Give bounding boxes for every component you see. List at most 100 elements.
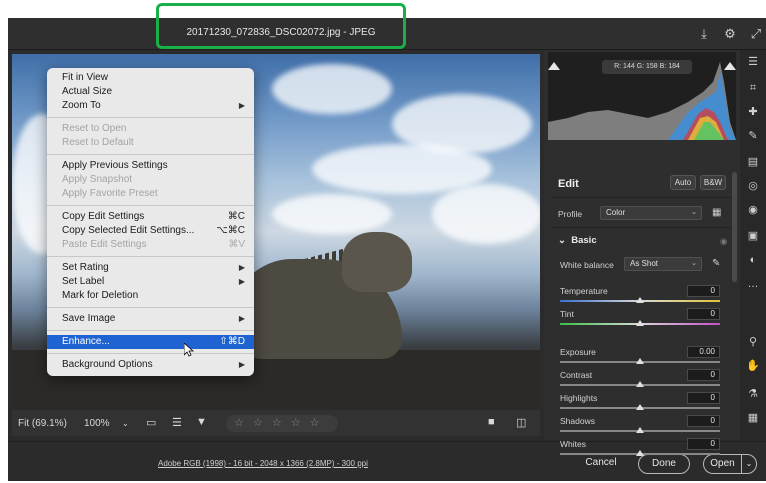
auto-button[interactable]: Auto: [670, 175, 696, 190]
redeye-icon[interactable]: ◉: [744, 202, 762, 218]
workflow-options-link[interactable]: Adobe RGB (1998) - 16 bit - 2048 x 1366 …: [158, 459, 368, 468]
menu-item: Reset to Default: [47, 136, 254, 150]
sliders-icon[interactable]: ☰: [744, 54, 762, 70]
menu-separator: [47, 154, 254, 155]
chevron-down-icon[interactable]: ⌄: [122, 419, 129, 428]
menu-item-label: Copy Edit Settings: [62, 211, 145, 222]
shadow-clip-icon: [548, 62, 560, 70]
submenu-arrow-icon: ▶: [238, 360, 245, 369]
open-options-chevron-icon[interactable]: ⌄: [741, 454, 757, 474]
done-button[interactable]: Done: [638, 454, 690, 474]
menu-item[interactable]: Copy Edit Settings ⌘C: [47, 210, 254, 224]
hand-icon[interactable]: ✋: [744, 358, 762, 374]
slider-value-input[interactable]: 0: [687, 415, 720, 427]
filmstrip-icon[interactable]: ■: [488, 416, 495, 428]
menu-separator: [47, 330, 254, 331]
eyedropper-icon[interactable]: ✎: [712, 258, 720, 269]
more-icon[interactable]: …: [744, 276, 762, 292]
menu-item[interactable]: Set Rating ▶: [47, 261, 254, 275]
profile-browser-icon[interactable]: ▦: [712, 207, 721, 218]
profile-label: Profile: [558, 209, 583, 219]
menu-item-label: Set Label: [62, 276, 105, 287]
white-balance-select[interactable]: As Shot ⌄: [624, 257, 702, 271]
submenu-arrow-icon: ▶: [238, 101, 245, 110]
menu-item-label: Zoom To: [62, 100, 101, 111]
menu-item-label: Paste Edit Settings: [62, 239, 147, 250]
rgb-readout: R: 144 G: 158 B: 184: [602, 60, 692, 74]
menu-item-label: Apply Favorite Preset: [62, 188, 158, 199]
white-balance-value: As Shot: [630, 259, 659, 268]
before-after-icon[interactable]: ▭: [146, 416, 156, 429]
slider-thumb[interactable]: [636, 297, 644, 303]
menu-item[interactable]: Set Label ▶: [47, 275, 254, 289]
menu-item[interactable]: Fit in View: [47, 71, 254, 85]
zoom-icon[interactable]: ⚲: [744, 334, 762, 350]
slider-value-input[interactable]: 0: [687, 369, 720, 381]
menu-separator: [47, 117, 254, 118]
sort-icon[interactable]: ☰: [172, 416, 182, 429]
expand-icon[interactable]: ⤢: [748, 26, 764, 42]
slider-label: Whites: [560, 439, 586, 449]
chevron-down-icon: ⌄: [691, 209, 697, 216]
slider-value-input[interactable]: 0: [687, 438, 720, 450]
slider-value-input[interactable]: 0: [687, 392, 720, 404]
slider-thumb[interactable]: [636, 427, 644, 433]
presets-icon[interactable]: ◐: [744, 252, 762, 268]
crop-icon[interactable]: ⌗: [744, 80, 762, 96]
white-balance-label: White balance: [560, 260, 614, 270]
slider-value-input[interactable]: 0.00: [687, 346, 720, 358]
gear-icon[interactable]: ⚙: [722, 26, 738, 42]
menu-item-label: Fit in View: [62, 72, 108, 83]
healing-icon[interactable]: ✚: [744, 104, 762, 120]
menu-item[interactable]: Zoom To ▶: [47, 99, 254, 113]
slider-value-input[interactable]: 0: [687, 308, 720, 320]
menu-item: Apply Favorite Preset: [47, 187, 254, 201]
slider-value-input[interactable]: 0: [687, 285, 720, 297]
slider-thumb[interactable]: [636, 404, 644, 410]
compare-icon[interactable]: ◫: [516, 416, 526, 429]
chevron-down-icon: ⌄: [691, 260, 697, 267]
menu-item-label: Apply Snapshot: [62, 174, 133, 185]
slider-thumb[interactable]: [636, 381, 644, 387]
save-icon[interactable]: ⤓: [696, 26, 712, 42]
brush-icon[interactable]: ✎: [744, 128, 762, 144]
menu-item[interactable]: Enhance... ⇧⌘D: [47, 335, 254, 349]
basic-section-header[interactable]: ⌄ Basic: [558, 235, 597, 246]
zoom-fit-button[interactable]: Fit (69.1%): [18, 418, 67, 429]
visibility-eye-icon[interactable]: ◉: [720, 236, 727, 247]
menu-item[interactable]: Copy Selected Edit Settings... ⌥⌘C: [47, 224, 254, 238]
menu-item[interactable]: Mark for Deletion: [47, 289, 254, 303]
edit-panel: R: 144 G: 158 B: 184 Edit Auto B&W Profi…: [544, 50, 740, 456]
gradient-icon[interactable]: ▤: [744, 154, 762, 170]
menu-separator: [47, 205, 254, 206]
menu-item-label: Reset to Open: [62, 123, 127, 134]
rating-stars[interactable]: ☆ ☆ ☆ ☆ ☆: [226, 415, 338, 432]
menu-item[interactable]: Background Options ▶: [47, 358, 254, 372]
slider-label: Temperature: [560, 286, 608, 296]
menu-item-label: Enhance...: [62, 336, 110, 347]
footer-bar: Adobe RGB (1998) - 16 bit - 2048 x 1366 …: [8, 441, 766, 481]
snapshots-icon[interactable]: ▣: [744, 228, 762, 244]
menu-separator: [47, 256, 254, 257]
menu-item-shortcut: ⌘V: [228, 239, 245, 250]
profile-value: Color: [606, 208, 626, 217]
slider-thumb[interactable]: [636, 320, 644, 326]
menu-item[interactable]: Save Image ▶: [47, 312, 254, 326]
panel-scrollbar[interactable]: [732, 172, 737, 282]
radial-icon[interactable]: ◎: [744, 178, 762, 194]
edit-panel-title: Edit: [558, 178, 579, 190]
open-button[interactable]: Open: [703, 454, 741, 474]
slider-thumb[interactable]: [636, 358, 644, 364]
menu-item[interactable]: Apply Previous Settings: [47, 159, 254, 173]
slider-label: Exposure: [560, 347, 596, 357]
filter-icon[interactable]: ▼: [196, 416, 207, 428]
zoom-100-button[interactable]: 100%: [84, 418, 110, 429]
grid-icon[interactable]: ▦: [744, 410, 762, 426]
slider-thumb[interactable]: [636, 450, 644, 456]
profile-select[interactable]: Color ⌄: [600, 206, 702, 220]
cancel-button[interactable]: Cancel: [576, 454, 626, 474]
sampler-icon[interactable]: ⚗: [744, 386, 762, 402]
menu-item[interactable]: Actual Size: [47, 85, 254, 99]
bw-button[interactable]: B&W: [700, 175, 726, 190]
mouse-cursor-icon: [184, 343, 194, 357]
